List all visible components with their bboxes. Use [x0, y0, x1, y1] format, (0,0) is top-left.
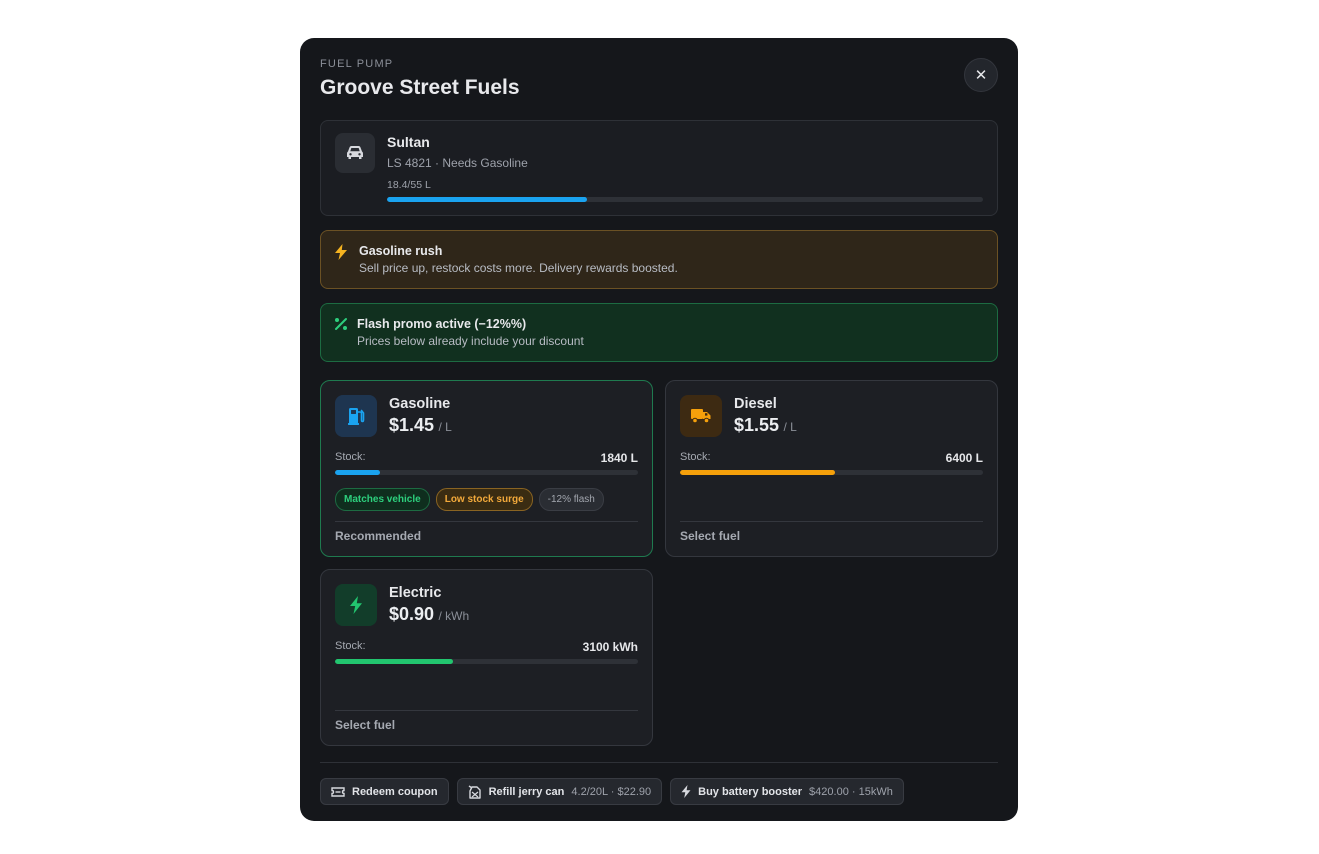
buy-battery-booster-button[interactable]: Buy battery booster $420.00 · 15kWh: [670, 778, 904, 805]
fuel-card-diesel[interactable]: Diesel $1.55 / L Stock: 6400 L Select fu…: [665, 380, 998, 557]
tag-matches-vehicle: Matches vehicle: [335, 488, 430, 511]
flash-promo-alert: Flash promo active (−12%%) Prices below …: [320, 303, 998, 362]
alert-body: Prices below already include your discou…: [357, 334, 584, 348]
fuel-card-gasoline[interactable]: Gasoline $1.45 / L Stock: 1840 L Matches…: [320, 380, 653, 557]
stock-value: 6400 L: [945, 451, 983, 465]
stock-label: Stock:: [680, 451, 711, 463]
fuel-price: $1.45: [389, 415, 435, 435]
tag-low-stock-surge: Low stock surge: [435, 488, 533, 511]
fuel-price: $1.55: [734, 415, 780, 435]
fuel-unit: / kWh: [438, 609, 470, 623]
percent-icon: [334, 317, 350, 333]
stock-value: 1840 L: [600, 451, 638, 465]
fuel-unit: / L: [438, 420, 452, 434]
stock-value: 3100 kWh: [582, 640, 638, 654]
fuel-card-footer: Recommended: [335, 521, 638, 543]
jerry-can-icon: [468, 784, 482, 799]
tag-flash-discount: -12% flash: [538, 488, 604, 511]
stock-fill: [335, 659, 454, 664]
stock-bar: [335, 470, 638, 475]
page-title: Groove Street Fuels: [320, 76, 520, 99]
lightning-icon: [334, 244, 350, 260]
vehicle-fuel-fill: [387, 197, 587, 202]
vehicle-fuel-bar: [387, 197, 983, 202]
alert-title: Gasoline rush: [359, 244, 443, 258]
fuel-card-electric[interactable]: Electric $0.90 / kWh Stock: 3100 kWh Sel…: [320, 569, 653, 746]
alert-body: Sell price up, restock costs more. Deliv…: [359, 261, 678, 275]
redeem-coupon-button[interactable]: Redeem coupon: [320, 778, 449, 805]
fuel-name: Electric: [389, 585, 442, 601]
alert-title: Flash promo active (−12%%): [357, 317, 527, 331]
stock-label: Stock:: [335, 451, 366, 463]
close-icon: ✕: [974, 67, 988, 84]
gas-pump-icon: [335, 395, 377, 437]
action-meta: $420.00 · 15kWh: [809, 785, 893, 798]
stock-bar: [335, 659, 638, 664]
fuel-unit: / L: [783, 420, 797, 434]
lightning-icon: [681, 785, 691, 798]
gasoline-rush-alert: Gasoline rush Sell price up, restock cos…: [320, 230, 998, 289]
fuel-card-footer: Select fuel: [335, 710, 638, 732]
vehicle-card: Sultan LS 4821 · Needs Gasoline 18.4/55 …: [320, 120, 998, 216]
car-icon: [335, 133, 375, 173]
truck-icon: [680, 395, 722, 437]
stock-label: Stock:: [335, 640, 366, 652]
fuel-pump-panel: FUEL PUMP Groove Street Fuels ✕ Sultan L…: [300, 38, 1018, 821]
ticket-icon: [331, 786, 345, 797]
vehicle-name: Sultan: [387, 134, 430, 150]
close-button[interactable]: ✕: [964, 58, 998, 92]
stock-bar: [680, 470, 983, 475]
action-bar: Redeem coupon Refill jerry can 4.2/20L ·…: [320, 762, 998, 805]
stock-fill: [335, 470, 381, 475]
fuel-price: $0.90: [389, 604, 435, 624]
fuel-name: Gasoline: [389, 396, 451, 412]
action-label: Buy battery booster: [698, 785, 803, 798]
action-label: Refill jerry can: [488, 785, 565, 798]
refill-jerry-can-button[interactable]: Refill jerry can 4.2/20L · $22.90: [456, 778, 663, 805]
action-label: Redeem coupon: [352, 785, 438, 798]
action-meta: 4.2/20L · $22.90: [571, 785, 652, 798]
stock-fill: [680, 470, 835, 475]
vehicle-fuel-level: 18.4/55 L: [387, 179, 431, 191]
vehicle-subtitle: LS 4821 · Needs Gasoline: [387, 156, 528, 170]
fuel-name: Diesel: [734, 396, 777, 412]
fuel-card-footer: Select fuel: [680, 521, 983, 543]
lightning-icon: [335, 584, 377, 626]
fuel-grid: Gasoline $1.45 / L Stock: 1840 L Matches…: [320, 380, 998, 746]
panel-eyebrow: FUEL PUMP: [320, 58, 394, 70]
